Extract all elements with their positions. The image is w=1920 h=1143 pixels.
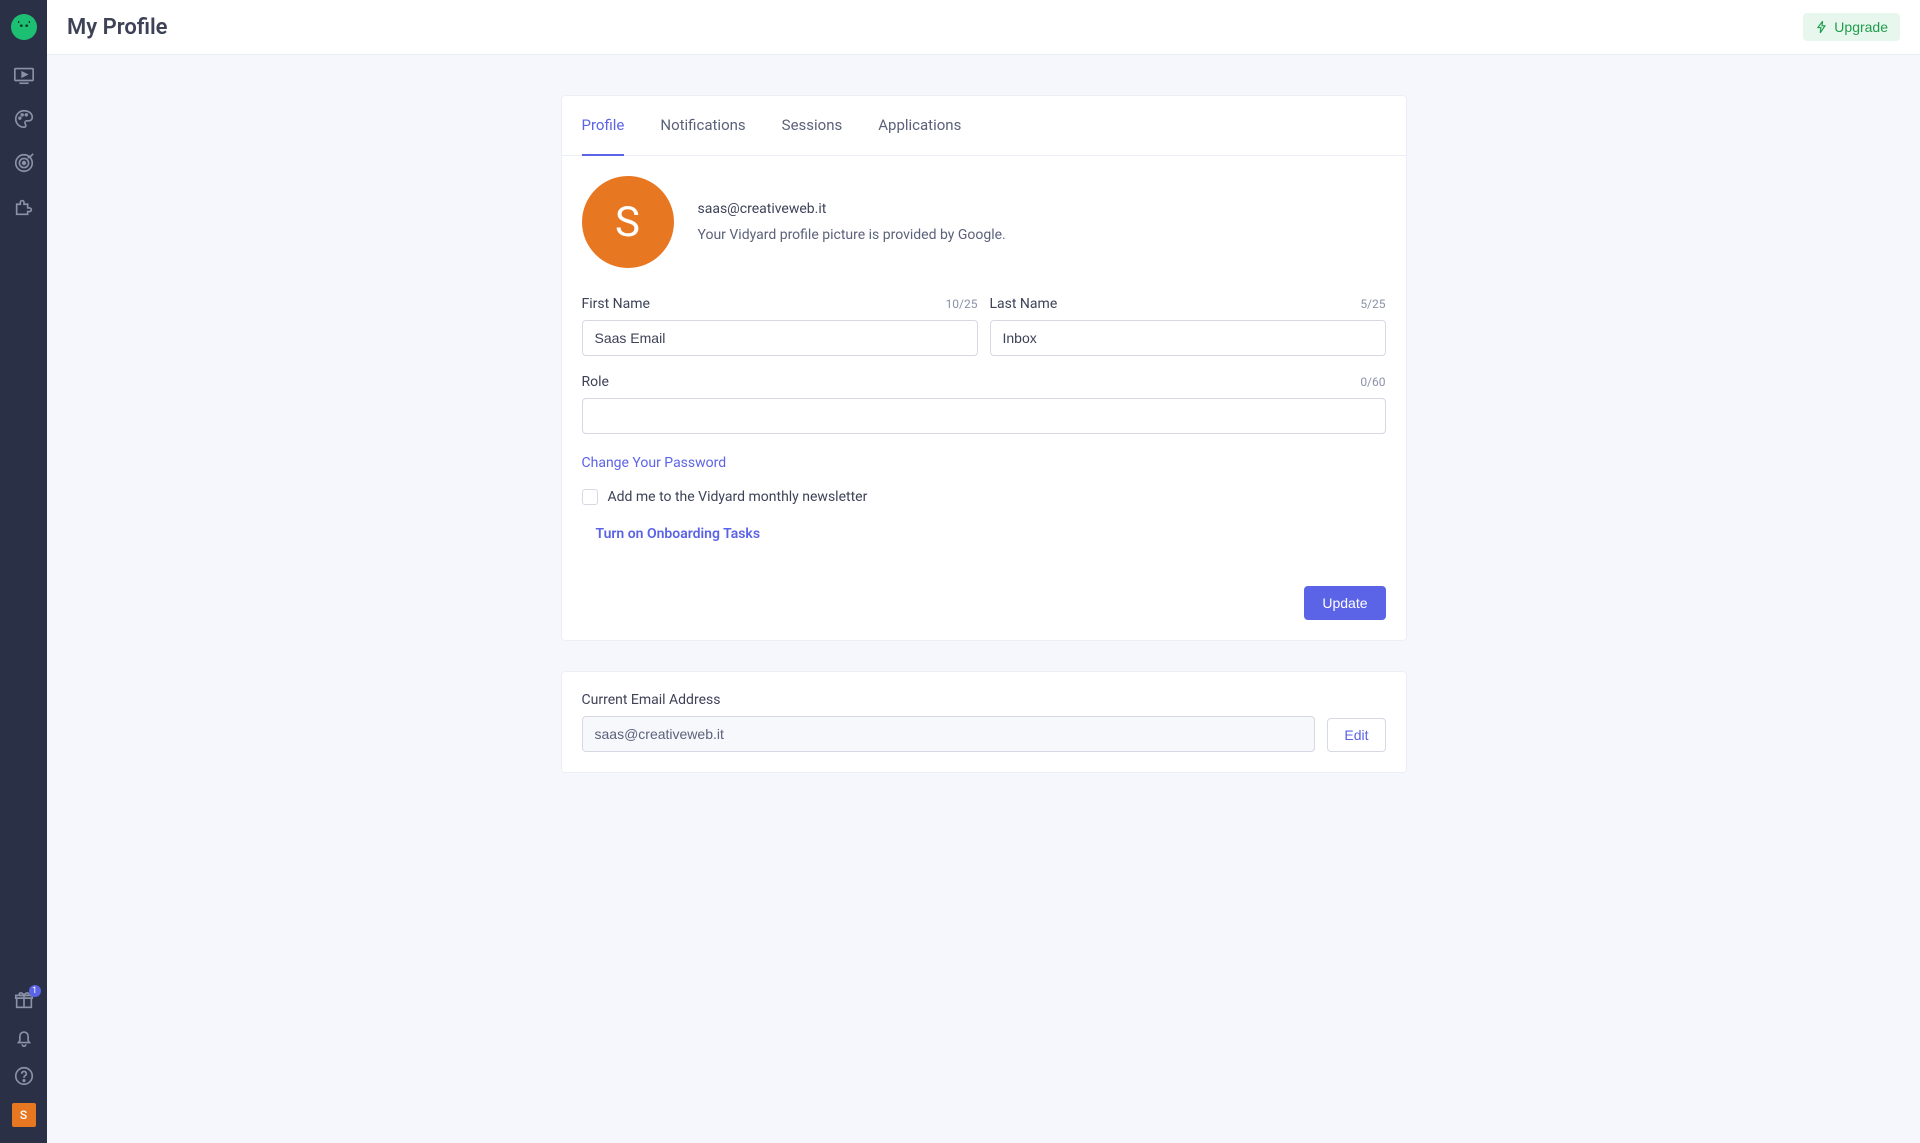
- last-name-counter: 5/25: [1360, 297, 1385, 311]
- edit-email-button[interactable]: Edit: [1327, 718, 1385, 752]
- tabs: Profile Notifications Sessions Applicati…: [562, 96, 1406, 156]
- profile-card: Profile Notifications Sessions Applicati…: [561, 95, 1407, 641]
- target-icon[interactable]: [13, 152, 35, 174]
- videos-icon[interactable]: [13, 64, 35, 86]
- tab-profile[interactable]: Profile: [582, 96, 625, 156]
- current-email-input[interactable]: [582, 716, 1316, 752]
- newsletter-label[interactable]: Add me to the Vidyard monthly newsletter: [608, 489, 868, 505]
- lightning-icon: [1815, 20, 1829, 34]
- upgrade-button[interactable]: Upgrade: [1803, 13, 1900, 41]
- tab-sessions[interactable]: Sessions: [782, 96, 843, 156]
- avatar-large: S: [582, 176, 674, 268]
- first-name-label: First Name: [582, 296, 650, 312]
- role-label: Role: [582, 374, 609, 390]
- update-button[interactable]: Update: [1304, 586, 1385, 620]
- role-counter: 0/60: [1360, 375, 1385, 389]
- user-avatar-small[interactable]: S: [12, 1103, 36, 1127]
- first-name-field: First Name 10/25: [582, 296, 978, 356]
- gift-icon[interactable]: 1: [13, 989, 35, 1011]
- role-input[interactable]: [582, 398, 1386, 434]
- page-title: My Profile: [67, 15, 168, 40]
- change-password-link[interactable]: Change Your Password: [582, 455, 727, 471]
- tab-notifications[interactable]: Notifications: [660, 96, 745, 156]
- last-name-label: Last Name: [990, 296, 1058, 312]
- main: My Profile Upgrade Profile Notifications…: [47, 0, 1920, 1143]
- profile-picture-desc: Your Vidyard profile picture is provided…: [698, 227, 1006, 243]
- sidebar: 1 S: [0, 0, 47, 1143]
- last-name-input[interactable]: [990, 320, 1386, 356]
- last-name-field: Last Name 5/25: [990, 296, 1386, 356]
- upgrade-label: Upgrade: [1834, 19, 1888, 35]
- brand-logo[interactable]: [11, 14, 37, 40]
- onboarding-link[interactable]: Turn on Onboarding Tasks: [596, 526, 761, 542]
- puzzle-icon[interactable]: [13, 196, 35, 218]
- email-card: Current Email Address Edit: [561, 671, 1407, 773]
- bell-icon[interactable]: [13, 1027, 35, 1049]
- help-icon[interactable]: [13, 1065, 35, 1087]
- gift-badge: 1: [29, 985, 41, 997]
- first-name-input[interactable]: [582, 320, 978, 356]
- topbar: My Profile Upgrade: [47, 0, 1920, 55]
- content: Profile Notifications Sessions Applicati…: [47, 55, 1920, 1143]
- current-email-label: Current Email Address: [582, 692, 721, 708]
- profile-header: S saas@creativeweb.it Your Vidyard profi…: [582, 176, 1386, 268]
- newsletter-checkbox[interactable]: [582, 489, 598, 505]
- palette-icon[interactable]: [13, 108, 35, 130]
- role-field: Role 0/60: [582, 374, 1386, 434]
- tab-applications[interactable]: Applications: [878, 96, 961, 156]
- first-name-counter: 10/25: [946, 297, 978, 311]
- profile-email: saas@creativeweb.it: [698, 201, 1006, 217]
